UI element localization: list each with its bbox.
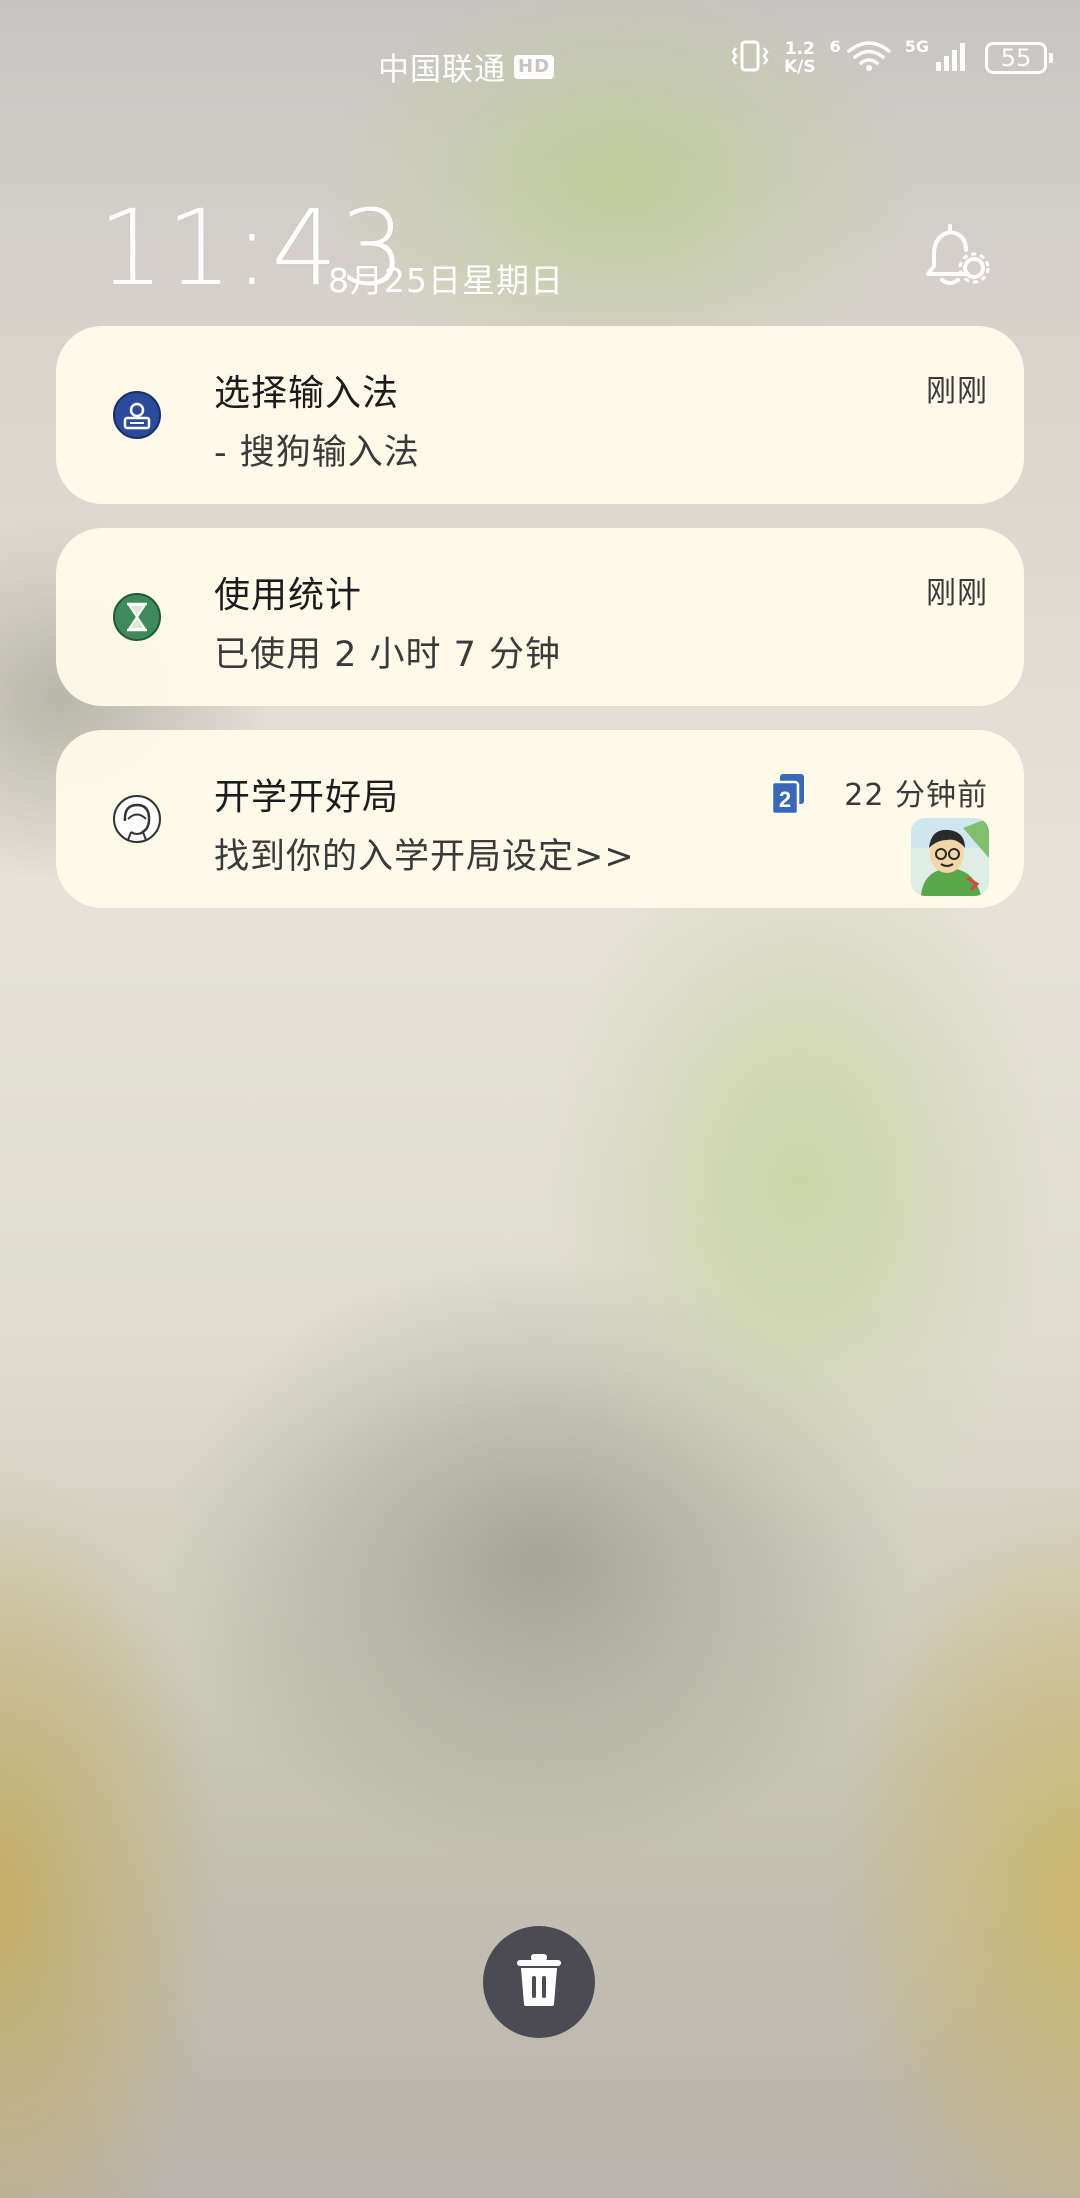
notification-thumbnail: [911, 818, 989, 896]
notification-count-badge: 2: [768, 772, 808, 816]
notification-title: 选择输入法: [214, 373, 400, 414]
keyboard-icon: [112, 390, 162, 440]
notification-time: 刚刚: [926, 374, 988, 409]
speed-unit: K/S: [784, 57, 816, 77]
notification-time: 刚刚: [926, 576, 988, 611]
notification-body: - 搜狗输入法: [214, 433, 420, 473]
notification-card-school-start[interactable]: 开学开好局 找到你的入学开局设定>> 2 22 分钟前: [56, 730, 1024, 908]
network-speed: 1.2 K/S: [784, 40, 816, 76]
status-bar: 中国联通 HD 1.2 K/S 6 5G 55: [0, 0, 1080, 120]
notification-body: 找到你的入学开局设定>>: [214, 837, 635, 877]
notification-time: 22 分钟前: [844, 778, 988, 813]
clear-notifications-button[interactable]: [483, 1926, 595, 2038]
notification-card-input-method[interactable]: 选择输入法 - 搜狗输入法 刚刚: [56, 326, 1024, 504]
hourglass-icon: [112, 592, 162, 642]
trash-icon: [513, 1952, 565, 2012]
notification-title: 使用统计: [214, 575, 363, 616]
wifi-version-label: 6: [829, 36, 841, 56]
network-type-label: 5G: [904, 36, 930, 56]
notification-settings-icon[interactable]: [922, 220, 992, 290]
wifi-icon: [847, 40, 891, 76]
signal-icon: [935, 40, 971, 76]
lockscreen-date: 8月25日星期日: [328, 261, 564, 300]
notification-count: 2: [779, 787, 791, 812]
notification-card-usage-stats[interactable]: 使用统计 已使用 2 小时 7 分钟 刚刚: [56, 528, 1024, 706]
battery-indicator: 55: [985, 42, 1054, 74]
battery-level: 55: [1000, 44, 1032, 72]
hd-badge: HD: [514, 54, 555, 79]
status-icons: 1.2 K/S 6 5G 55: [730, 36, 1054, 76]
carrier-label: 中国联通: [378, 52, 506, 88]
girl-avatar-icon: [112, 794, 162, 844]
notification-body: 已使用 2 小时 7 分钟: [214, 635, 562, 675]
notification-title: 开学开好局: [214, 777, 400, 818]
carrier-name: 中国联通 HD: [378, 44, 555, 89]
speed-value: 1.2: [784, 39, 815, 59]
vibrate-icon: [730, 40, 770, 76]
